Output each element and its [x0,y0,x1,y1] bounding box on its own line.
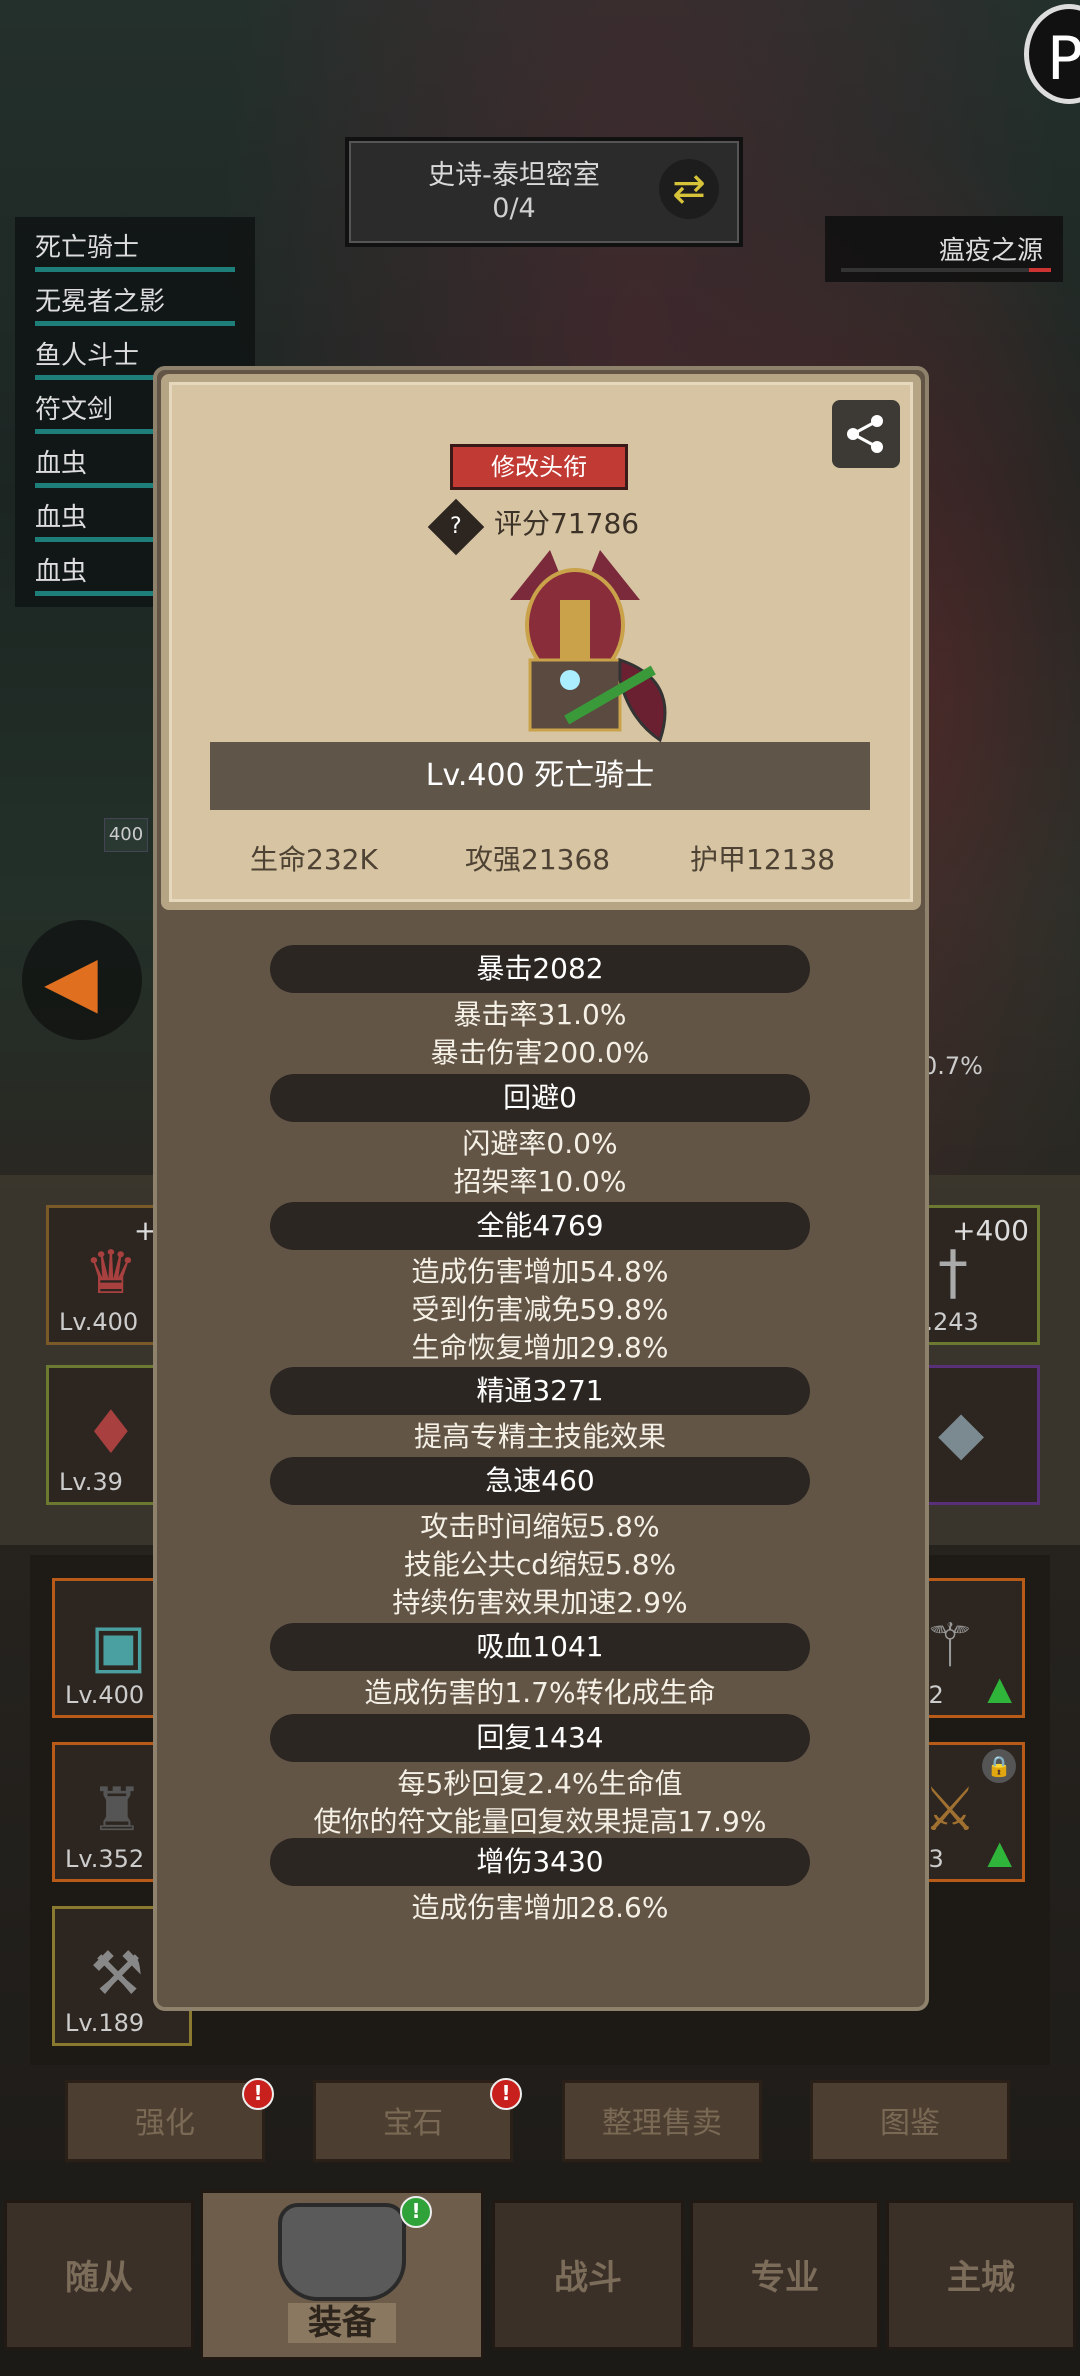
armor-stat: 护甲12138 [690,843,836,876]
nav-label: 装备 [288,2303,396,2343]
button-label: 修改头衔 [491,453,587,481]
chest-icon: ▣ [90,1611,147,1681]
quest-progress: 0/4 [492,193,536,224]
section-header-mastery: 精通3271 [270,1367,810,1415]
boss-name: 血虫 [35,449,88,479]
button-label: 强化 [135,2106,195,2141]
slot-level: Lv.400 [59,1308,139,1336]
shoulder-icon: ◆ [938,1398,985,1468]
stat-line: 造成伤害的1.7%转化成生命 [364,1676,716,1709]
back-arrow-icon: ◀ [44,940,98,1022]
edit-title-button[interactable]: 修改头衔 [450,444,628,490]
gem-button[interactable]: 宝石 [313,2080,513,2162]
nav-battle[interactable]: 战斗 [492,2200,684,2350]
slot-level: Lv.352 [65,1845,145,1873]
stat-line: 技能公共cd缩短5.8% [403,1548,677,1581]
attack-stat: 攻强21368 [465,843,611,876]
helmet-icon: ♛ [84,1238,138,1308]
alert-badge-icon: ! [400,2196,432,2228]
nav-followers[interactable]: 随从 [4,2200,194,2350]
boss-name: 血虫 [35,557,88,587]
share-button[interactable] [832,400,900,468]
boss-list-item[interactable]: 死亡骑士 [35,227,245,272]
stat-line: 持续伤害效果加速2.9% [392,1586,688,1619]
sword-icon: ⚔ [923,1775,977,1845]
slot-level: Lv.189 [65,2009,145,2037]
boss-health-bar [35,267,235,272]
stat-line: 招架率10.0% [453,1165,627,1198]
helm-icon: ♜ [90,1775,144,1845]
section-header-regen: 回复1434 [270,1714,810,1762]
score-value: 评分71786 [494,507,640,540]
boss-name: 血虫 [35,503,88,533]
section-header-haste: 急速460 [270,1457,810,1505]
section-header-crit: 暴击2082 [270,945,810,993]
level-tag: 400 [104,818,148,852]
nav-main-city[interactable]: 主城 [886,2200,1076,2350]
section-header-versatility: 全能4769 [270,1202,810,1250]
enhance-button[interactable]: 强化 [65,2080,265,2162]
lock-icon: 🔒 [982,1749,1016,1783]
percent-fragment: 0.7% [922,1052,983,1080]
nav-label: 主城 [947,2258,1015,2298]
button-label: 宝石 [383,2106,443,2141]
alert-badge-icon: ! [242,2078,274,2110]
section-header-damage-bonus: 增伤3430 [270,1838,810,1886]
section-header-avoidance: 回避0 [270,1074,810,1122]
stat-line: 暴击率31.0% [453,998,627,1031]
section-header-leech: 吸血1041 [270,1623,810,1671]
quest-title: 史诗-泰坦密室 [428,160,600,191]
boss-health-bar [35,321,235,326]
boss-list-item[interactable]: 无冕者之影 [35,281,245,326]
share-icon [847,415,883,453]
character-name-bar: Lv.400 死亡骑士 [210,742,870,810]
nav-profession[interactable]: 专业 [690,2200,880,2350]
button-label: 整理售卖 [602,2106,722,2141]
codex-button[interactable]: 图鉴 [810,2080,1010,2162]
stat-line: 提高专精主技能效果 [413,1420,666,1453]
stat-line: 暴击伤害200.0% [430,1036,650,1069]
hp-stat: 生命232K [250,843,378,876]
stat-line: 每5秒回复2.4%生命值 [397,1767,683,1800]
amulet-icon: ♦ [84,1398,138,1468]
boss-name: 鱼人斗士 [35,341,140,371]
quest-box: 史诗-泰坦密室 0/4 ⇄ [345,137,743,247]
enemy-panel: 瘟疫之源 [825,216,1063,282]
nav-label: 战斗 [554,2258,622,2298]
nav-label: 专业 [751,2258,819,2298]
stat-line: 闪避率0.0% [462,1127,618,1160]
armor-icon [278,2203,406,2301]
stat-line: 攻击时间缩短5.8% [420,1510,660,1543]
stat-line: 造成伤害增加28.6% [411,1891,669,1924]
slot-level: Lv.39 [59,1468,123,1496]
sort-sell-button[interactable]: 整理售卖 [562,2080,762,2162]
nav-equipment[interactable]: 装备 [200,2190,484,2360]
dagger-icon: † [938,1238,968,1308]
enemy-health-fill [1029,268,1051,272]
boss-name: 无冕者之影 [35,287,166,317]
character-name: Lv.400 死亡骑士 [425,758,655,793]
stat-line: 生命恢复增加29.8% [411,1331,669,1364]
upgrade-arrow-icon: ▲ [987,1833,1012,1871]
alert-badge-icon: ! [490,2078,522,2110]
nav-label: 随从 [65,2258,133,2298]
enemy-health-bar [841,268,1051,272]
axe-icon: ⚒ [90,1939,144,2009]
stat-line: 造成伤害增加54.8% [411,1255,669,1288]
refresh-icon[interactable]: ⇄ [659,159,719,219]
slot-level: Lv.400 [65,1681,145,1709]
stat-line: 受到伤害减免59.8% [411,1293,669,1326]
button-label: 图鉴 [880,2106,940,2141]
staff-icon: ⚚ [923,1611,977,1681]
back-button[interactable]: ◀ [22,920,142,1040]
upgrade-arrow-icon: ▲ [987,1669,1012,1707]
hero-portrait [470,540,680,760]
boss-name: 符文剑 [35,395,114,425]
stat-line: 使你的符文能量回复效果提高17.9% [313,1805,767,1838]
enemy-name: 瘟疫之源 [938,236,1043,266]
boss-name: 死亡骑士 [35,233,140,263]
